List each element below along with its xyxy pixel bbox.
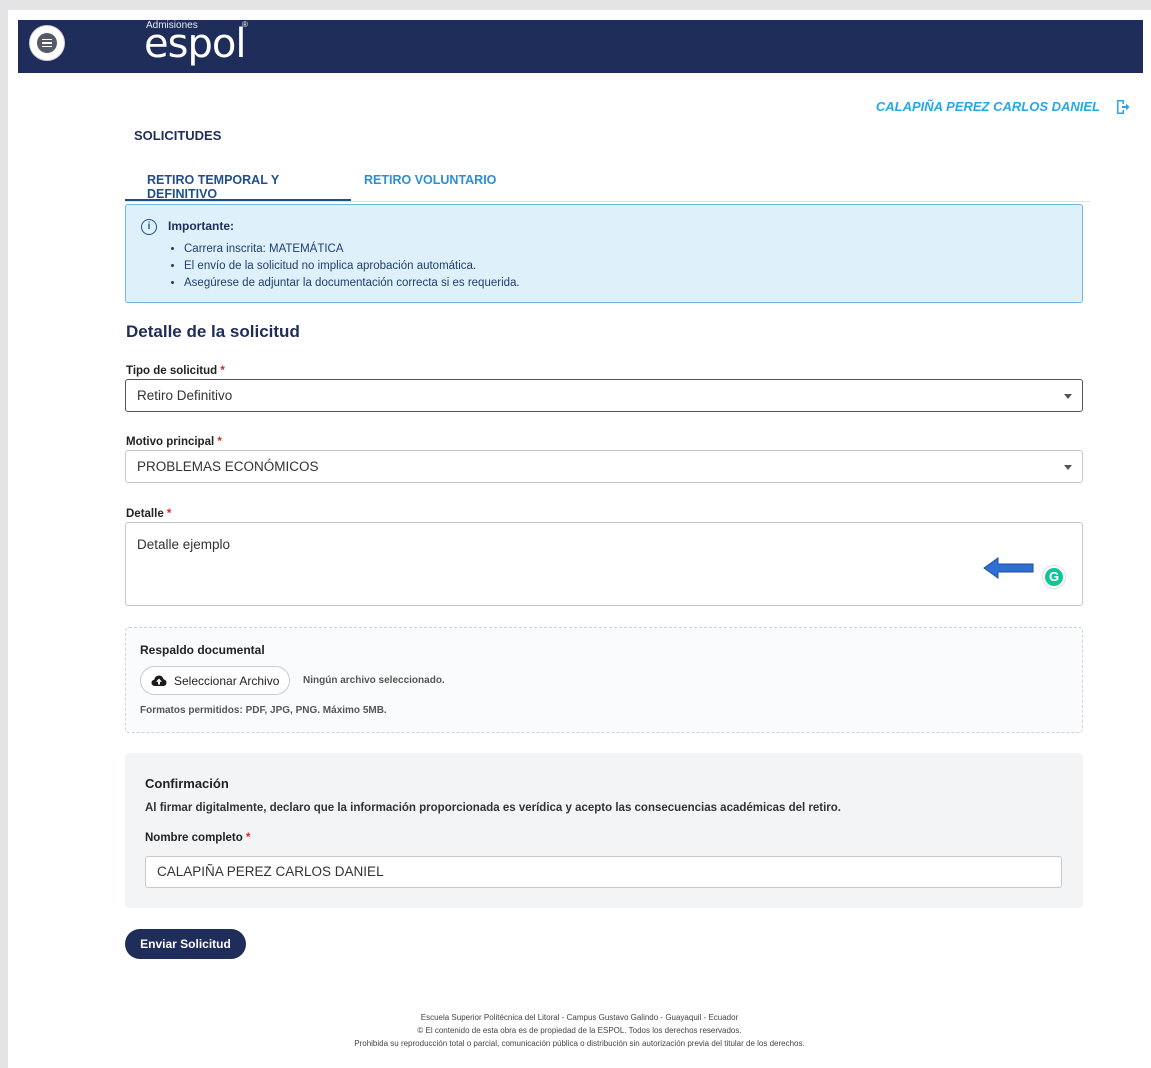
- page-title: SOLICITUDES: [134, 128, 222, 143]
- motivo-principal-label: Motivo principal *: [126, 436, 222, 448]
- notice-item: Asegúrese de adjuntar la documentación c…: [184, 275, 520, 292]
- tipo-solicitud-value: Retiro Definitivo: [137, 388, 233, 403]
- detalle-textarea[interactable]: Detalle ejemplo: [125, 522, 1083, 606]
- file-status-text: Ningún archivo seleccionado.: [303, 675, 445, 686]
- full-name-input[interactable]: CALAPIÑA PEREZ CARLOS DANIEL: [145, 856, 1062, 888]
- tipo-solicitud-select[interactable]: Retiro Definitivo: [125, 379, 1083, 412]
- required-mark: *: [245, 832, 251, 844]
- top-navbar: Admisiones espol ®: [18, 20, 1143, 73]
- chevron-down-icon: [1064, 465, 1072, 470]
- hamburger-menu-icon: [37, 33, 57, 53]
- confirmation-section: Confirmación Al firmar digitalmente, dec…: [125, 753, 1083, 908]
- full-name-value: CALAPIÑA PEREZ CARLOS DANIEL: [157, 864, 384, 879]
- logo-wordmark: espol: [144, 21, 246, 67]
- grammarly-icon[interactable]: G: [1043, 566, 1065, 588]
- detalle-label: Detalle *: [126, 508, 172, 520]
- chevron-down-icon: [1064, 394, 1072, 399]
- required-mark: *: [217, 436, 222, 448]
- menu-toggle-button[interactable]: [29, 25, 65, 61]
- logo-registered-mark: ®: [242, 20, 248, 29]
- notice-item: El envío de la solicitud no implica apro…: [184, 258, 520, 275]
- footer-line: Escuela Superior Politécnica del Litoral…: [420, 1013, 739, 1022]
- logout-icon[interactable]: [1116, 99, 1130, 115]
- detalle-value: Detalle ejemplo: [137, 537, 231, 552]
- document-upload-section: Respaldo documental Seleccionar Archivo …: [125, 627, 1083, 733]
- motivo-principal-select[interactable]: PROBLEMAS ECONÓMICOS: [125, 450, 1083, 483]
- select-file-button[interactable]: Seleccionar Archivo: [140, 666, 290, 695]
- user-name-link[interactable]: CALAPIÑA PEREZ CARLOS DANIEL: [876, 99, 1100, 114]
- required-mark: *: [166, 508, 172, 520]
- confirmation-title: Confirmación: [145, 776, 229, 791]
- submit-request-button[interactable]: Enviar Solicitud: [125, 929, 246, 959]
- confirmation-text: Al firmar digitalmente, declaro que la i…: [145, 802, 841, 814]
- notice-list: Carrera inscrita: MATEMÁTICA El envío de…: [184, 241, 520, 292]
- important-notice: i Importante: Carrera inscrita: MATEMÁTI…: [125, 204, 1083, 303]
- cloud-upload-icon: [151, 675, 167, 686]
- allowed-formats-text: Formatos permitidos: PDF, JPG, PNG. Máxi…: [140, 705, 387, 716]
- annotation-arrow-icon: [983, 557, 1034, 579]
- info-icon: i: [141, 219, 157, 235]
- footer: Escuela Superior Politécnica del Litoral…: [8, 1011, 1151, 1050]
- tab-retiro-voluntario[interactable]: RETIRO VOLUNTARIO: [364, 170, 504, 201]
- required-mark: *: [220, 365, 225, 377]
- motivo-principal-value: PROBLEMAS ECONÓMICOS: [137, 459, 319, 474]
- footer-line: Prohibida su reproducción total o parcia…: [354, 1039, 805, 1048]
- tab-retiro-temporal-definitivo[interactable]: RETIRO TEMPORAL Y DEFINITIVO: [125, 170, 351, 201]
- select-file-label: Seleccionar Archivo: [174, 674, 280, 688]
- full-name-label: Nombre completo *: [145, 832, 251, 844]
- upload-title: Respaldo documental: [140, 643, 265, 657]
- tab-bar: RETIRO TEMPORAL Y DEFINITIVO RETIRO VOLU…: [125, 170, 1090, 202]
- detail-section-title: Detalle de la solicitud: [126, 322, 300, 341]
- espol-logo[interactable]: Admisiones espol ®: [144, 20, 264, 73]
- notice-item: Carrera inscrita: MATEMÁTICA: [184, 241, 520, 258]
- tipo-solicitud-label: Tipo de solicitud *: [126, 365, 225, 377]
- notice-title: Importante:: [168, 219, 234, 233]
- footer-line: © El contenido de esta obra es de propie…: [417, 1026, 742, 1035]
